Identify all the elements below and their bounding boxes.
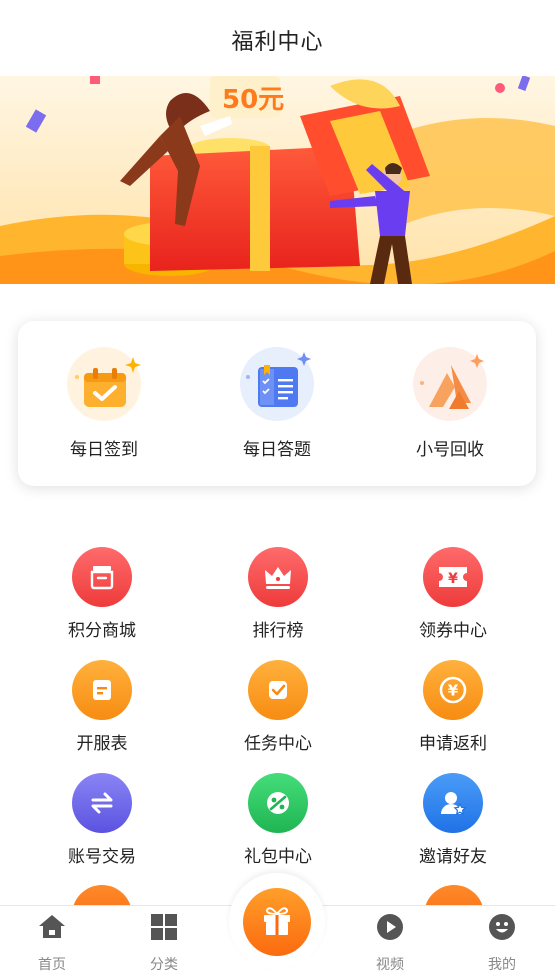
server-schedule-button[interactable]: 开服表 [27, 660, 177, 754]
tab-profile[interactable]: 我的 [462, 912, 542, 974]
gift-pack-center-button[interactable]: 礼包中心 [203, 773, 353, 867]
coupon-center-label: 领券中心 [419, 621, 487, 641]
invite-user-icon [423, 773, 483, 833]
account-trade-button[interactable]: 账号交易 [27, 773, 177, 867]
daily-checkin-label: 每日签到 [70, 440, 138, 460]
category-grid-icon [151, 914, 177, 940]
title-bar: 福利中心 [0, 0, 555, 76]
crown-icon [248, 547, 308, 607]
banner-coupon-text: 50元 [222, 85, 284, 115]
exchange-arrows-icon [72, 773, 132, 833]
server-schedule-label: 开服表 [76, 734, 128, 754]
profile-face-icon [489, 914, 515, 940]
gift-pack-icon [248, 773, 308, 833]
invite-friends-label: 邀请好友 [419, 847, 487, 867]
tab-video-label: 视频 [376, 957, 404, 973]
tab-home[interactable]: 首页 [12, 912, 92, 974]
home-icon [39, 915, 65, 938]
tab-home-label: 首页 [38, 957, 66, 973]
video-play-icon [377, 914, 403, 940]
document-icon [72, 660, 132, 720]
store-icon [72, 547, 132, 607]
quick-actions-card: 每日签到 每日答题 小号回收 [18, 321, 536, 486]
yuan-coin-icon: ¥ [423, 660, 483, 720]
leaderboard-button[interactable]: 排行榜 [203, 547, 353, 641]
svg-text:¥: ¥ [448, 571, 458, 587]
tab-profile-label: 我的 [488, 957, 516, 973]
gift-pack-center-label: 礼包中心 [244, 847, 312, 867]
coupon-center-button[interactable]: ¥ 领券中心 [378, 547, 528, 641]
daily-checkin-button[interactable]: 每日签到 [34, 347, 174, 460]
page-title: 福利中心 [231, 30, 324, 55]
answer-book-icon [240, 347, 314, 421]
tab-category-label: 分类 [150, 957, 178, 973]
rebate-apply-label: 申请返利 [419, 734, 487, 754]
account-trade-label: 账号交易 [68, 847, 136, 867]
task-center-button[interactable]: 任务中心 [203, 660, 353, 754]
svg-text:¥: ¥ [448, 682, 459, 700]
tab-category[interactable]: 分类 [124, 912, 204, 974]
points-mall-label: 积分商城 [68, 621, 136, 641]
leaderboard-label: 排行榜 [252, 621, 304, 641]
center-gift-button[interactable] [243, 888, 311, 956]
daily-quiz-label: 每日答题 [243, 440, 311, 460]
alt-account-recycle-button[interactable]: 小号回收 [380, 347, 520, 460]
alt-account-recycle-label: 小号回收 [416, 440, 484, 460]
rebate-apply-button[interactable]: ¥ 申请返利 [378, 660, 528, 754]
points-mall-button[interactable]: 积分商城 [27, 547, 177, 641]
promo-banner[interactable]: 50元 [0, 76, 555, 284]
invite-friends-button[interactable]: 邀请好友 [378, 773, 528, 867]
task-center-label: 任务中心 [244, 734, 312, 754]
calendar-check-icon [67, 347, 141, 421]
yuan-ticket-icon: ¥ [423, 547, 483, 607]
recycle-triangle-icon [413, 347, 487, 421]
tab-video[interactable]: 视频 [350, 912, 430, 974]
daily-quiz-button[interactable]: 每日答题 [207, 347, 347, 460]
gift-icon [264, 907, 290, 935]
task-check-icon [248, 660, 308, 720]
